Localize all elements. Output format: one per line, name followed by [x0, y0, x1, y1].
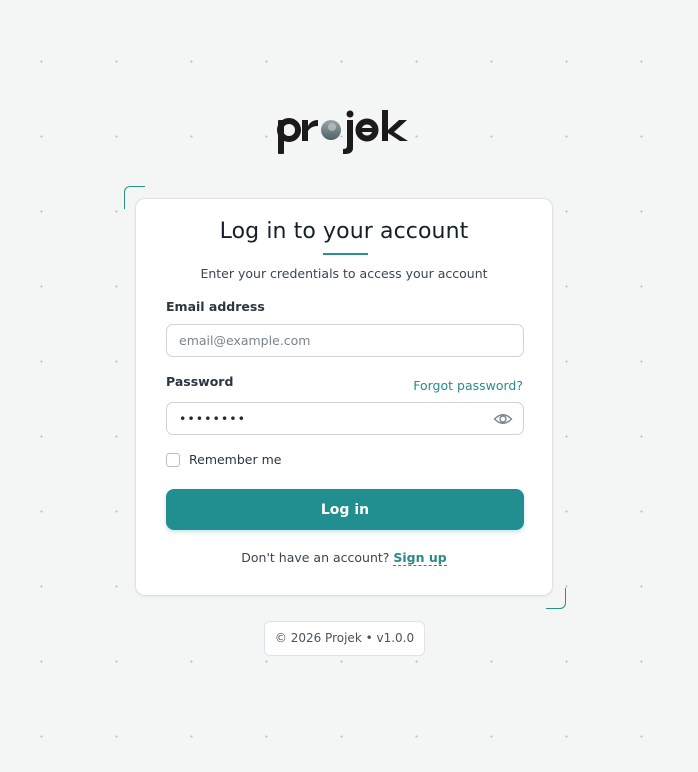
projek-logo: [275, 108, 415, 158]
signup-prompt: Don't have an account? Sign up: [136, 550, 552, 566]
signup-prompt-text: Don't have an account?: [241, 550, 390, 565]
login-button[interactable]: Log in: [166, 489, 524, 530]
email-field[interactable]: [166, 324, 524, 357]
page-subtitle: Enter your credentials to access your ac…: [200, 266, 488, 281]
password-label: Password: [166, 374, 234, 389]
page-title: Log in to your account: [219, 219, 469, 244]
login-card: Log in to your account Enter your creden…: [135, 198, 553, 596]
remember-me-label[interactable]: Remember me: [189, 452, 281, 467]
signup-link[interactable]: Sign up: [393, 550, 447, 566]
password-field[interactable]: [166, 402, 524, 435]
footer-version-badge: © 2026 Projek • v1.0.0: [264, 621, 425, 656]
forgot-password-link[interactable]: Forgot password?: [413, 378, 523, 393]
eye-icon[interactable]: [493, 410, 513, 428]
title-underline: [323, 253, 368, 255]
email-label: Email address: [166, 299, 265, 314]
remember-me-checkbox[interactable]: [166, 453, 180, 467]
